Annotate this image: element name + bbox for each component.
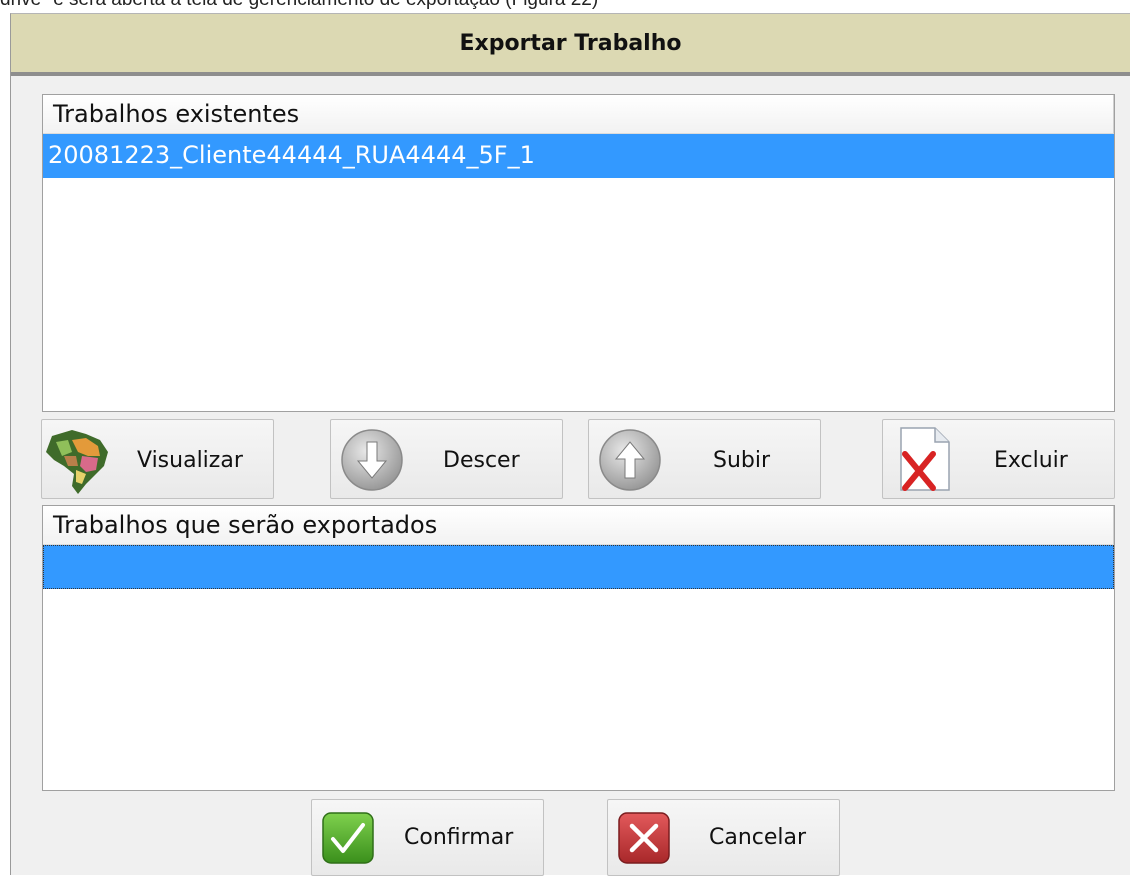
export-jobs-header: Trabalhos que serão exportados — [43, 506, 1114, 545]
arrow-up-icon — [598, 428, 662, 496]
visualizar-button[interactable]: Visualizar — [41, 419, 274, 499]
descer-button[interactable]: Descer — [330, 419, 563, 499]
existing-jobs-header: Trabalhos existentes — [43, 95, 1114, 134]
arrow-down-icon — [340, 428, 404, 496]
export-jobs-list[interactable]: Trabalhos que serão exportados — [42, 505, 1115, 791]
dialog-title: Exportar Trabalho — [11, 14, 1130, 76]
list-item[interactable] — [43, 545, 1114, 589]
list-item[interactable]: 20081223_Cliente44444_RUA4444_5F_1 — [43, 134, 1114, 178]
subir-button[interactable]: Subir — [588, 419, 821, 499]
subir-label: Subir — [713, 448, 771, 473]
excluir-label: Excluir — [994, 448, 1068, 473]
confirmar-button[interactable]: Confirmar — [311, 799, 544, 876]
brazil-map-icon — [42, 426, 114, 500]
descer-label: Descer — [443, 448, 520, 473]
export-dialog: Exportar Trabalho Trabalhos existentes 2… — [10, 13, 1130, 876]
cancelar-button[interactable]: Cancelar — [607, 799, 840, 876]
existing-jobs-list[interactable]: Trabalhos existentes 20081223_Cliente444… — [42, 94, 1115, 412]
cancelar-label: Cancelar — [709, 825, 807, 850]
confirmar-label: Confirmar — [404, 825, 514, 850]
checkmark-icon — [321, 811, 375, 869]
close-icon — [617, 811, 671, 869]
visualizar-label: Visualizar — [137, 448, 243, 473]
delete-document-icon — [895, 424, 953, 498]
document-caption-text: drive" e será aberta a tela de gerenciam… — [0, 0, 1130, 10]
excluir-button[interactable]: Excluir — [882, 419, 1115, 499]
